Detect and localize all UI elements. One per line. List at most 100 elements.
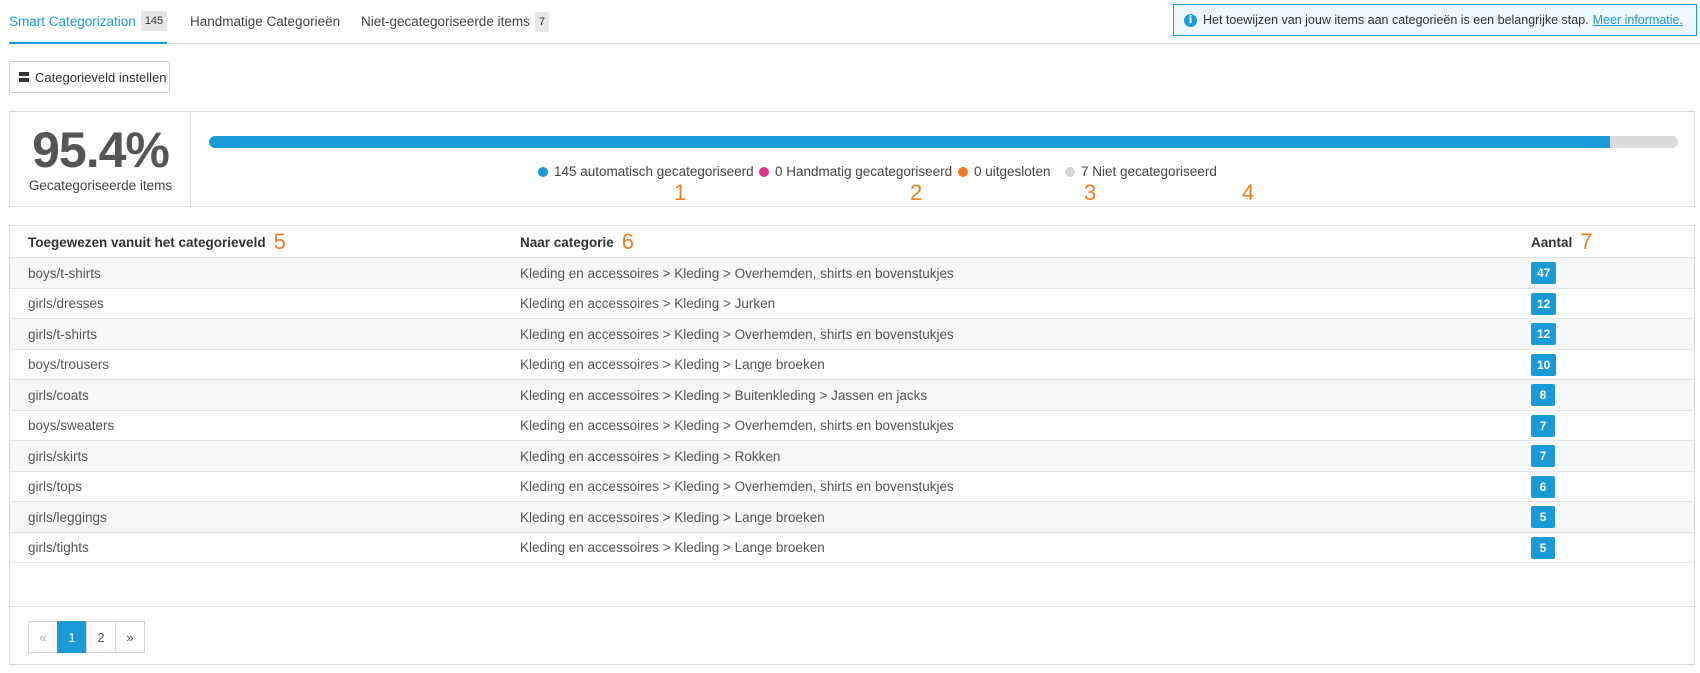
table-row: boys/sweaters Kleding en accessoires > Kl… — [10, 411, 1694, 441]
table-row: girls/leggings Kleding en accessoires > K… — [10, 502, 1694, 533]
legend-label: 7 Niet gecategoriseerd — [1081, 164, 1217, 179]
count-cell: 12 — [1531, 319, 1557, 349]
info-icon: i — [1184, 13, 1197, 27]
set-category-field-button[interactable]: Categorieveld instellen — [9, 61, 170, 93]
source-field-cell: girls/skirts — [28, 441, 88, 471]
field-list-icon — [19, 72, 29, 82]
more-info-link[interactable]: Meer informatie. — [1593, 13, 1683, 27]
count-badge: 5 — [1531, 536, 1555, 559]
target-category-cell: Kleding en accessoires > Kleding > Overh… — [520, 411, 954, 441]
legend-dot-pink — [759, 166, 769, 177]
count-badge: 5 — [1531, 506, 1555, 528]
count-badge: 6 — [1531, 475, 1555, 498]
legend-manual-categorized: 0 Handmatig gecategoriseerd — [759, 164, 952, 179]
target-category-cell: Kleding en accessoires > Kleding > Rokke… — [520, 441, 780, 471]
source-field-cell-text: boys/t-shirts — [28, 265, 101, 281]
pagination-page-1[interactable]: 1 — [57, 621, 87, 653]
target-category-cell: Kleding en accessoires > Kleding > Jurke… — [520, 289, 775, 319]
source-field-cell-text: boys/sweaters — [28, 418, 115, 433]
column-header-count: Aantal 7 — [1531, 226, 1593, 258]
pagination-prev-button[interactable]: « — [28, 621, 58, 653]
categorization-summary: 95.4% Gecategoriseerde items 145 automat… — [9, 111, 1695, 207]
tab-smart-categorization[interactable]: Smart Categorization 145 — [9, 0, 168, 44]
annotation-number: 3 — [1084, 180, 1097, 205]
target-category-cell: Kleding en accessoires > Kleding > Lange… — [520, 350, 825, 380]
tab-label: Niet-gecategoriseerde items — [361, 14, 530, 29]
legend-label: 0 uitgesloten — [974, 164, 1051, 179]
target-category-cell-text: Kleding en accessoires > Kleding > Lange… — [520, 357, 825, 372]
source-field-cell: girls/dresses — [28, 289, 104, 319]
target-category-cell-text: Kleding en accessoires > Kleding > Overh… — [520, 265, 954, 281]
legend-dot-orange — [958, 166, 968, 177]
count-badge: 7 — [1531, 414, 1555, 437]
count-badge: 12 — [1531, 323, 1557, 345]
table-row: girls/tights Kleding en accessoires > Kle… — [10, 533, 1694, 563]
legend-dot-blue — [538, 166, 548, 177]
target-category-cell-text: Kleding en accessoires > Kleding > Lange… — [520, 540, 825, 555]
target-category-cell-text: Kleding en accessoires > Kleding > Jurke… — [520, 296, 776, 311]
target-category-cell: Kleding en accessoires > Kleding > Overh… — [520, 258, 954, 288]
annotation-number: 7 — [1580, 229, 1593, 254]
table-row: boys/t-shirts Kleding en accessoires > Kl… — [10, 258, 1694, 289]
info-banner: i Het toewijzen van jouw items aan categ… — [1173, 4, 1697, 36]
table-row: girls/dresses Kleding en accessoires > Kl… — [10, 289, 1694, 319]
legend-auto-categorized: 145 automatisch gecategoriseerd — [538, 164, 754, 179]
legend-label: 145 automatisch gecategoriseerd — [554, 164, 754, 179]
column-header-label: Toegewezen vanuit het categorieveld — [28, 234, 266, 250]
source-field-cell: boys/t-shirts — [28, 258, 101, 288]
button-label: Categorieveld instellen — [35, 69, 167, 85]
pagination-page-2[interactable]: 2 — [86, 621, 116, 653]
pagination-next-button[interactable]: » — [115, 621, 145, 653]
info-text: Het toewijzen van jouw items aan categor… — [1203, 13, 1589, 27]
legend-dot-gray — [1065, 166, 1075, 177]
target-category-cell-text: Kleding en accessoires > Kleding > Overh… — [520, 479, 954, 494]
column-header-label: Aantal — [1531, 234, 1573, 250]
source-field-cell: boys/trousers — [28, 350, 109, 380]
tab-count-badge: 145 — [140, 11, 168, 31]
target-category-cell-text: Kleding en accessoires > Kleding > Lange… — [520, 509, 825, 525]
tab-manual-categories[interactable]: Handmatige Categorieën — [190, 0, 340, 43]
count-cell: 6 — [1531, 472, 1555, 502]
target-category-cell-text: Kleding en accessoires > Kleding > Buite… — [520, 387, 928, 403]
pagination: « 1 2 » — [28, 621, 145, 653]
annotation-number: 6 — [621, 229, 635, 254]
annotation-number: 1 — [674, 180, 687, 205]
count-cell: 8 — [1531, 380, 1555, 410]
table-row: girls/tops Kleding en accessoires > Kledi… — [10, 472, 1694, 502]
target-category-cell: Kleding en accessoires > Kleding > Overh… — [520, 319, 954, 349]
target-category-cell: Kleding en accessoires > Kleding > Lange… — [520, 502, 825, 532]
source-field-cell: girls/tights — [28, 533, 89, 563]
tab-label: Handmatige Categorieën — [190, 14, 341, 29]
target-category-cell-text: Kleding en accessoires > Kleding > Overh… — [520, 418, 954, 433]
categorized-percent: 95.4% — [32, 122, 170, 178]
count-cell: 47 — [1531, 258, 1557, 288]
percent-box: 95.4% Gecategoriseerde items — [10, 112, 191, 206]
count-badge: 8 — [1531, 384, 1555, 406]
table-row: girls/coats Kleding en accessoires > Kled… — [10, 380, 1694, 411]
target-category-cell: Kleding en accessoires > Kleding > Lange… — [520, 533, 825, 563]
table-header: Toegewezen vanuit het categorieveld 5 Na… — [10, 226, 1694, 258]
source-field-cell-text: girls/tights — [28, 540, 89, 555]
annotation-number: 2 — [910, 180, 923, 205]
count-badge: 10 — [1531, 353, 1557, 376]
table-row: girls/t-shirts Kleding en accessoires > K… — [10, 319, 1694, 350]
target-category-cell: Kleding en accessoires > Kleding > Buite… — [520, 380, 927, 410]
count-badge: 7 — [1531, 445, 1555, 467]
source-field-cell-text: boys/trousers — [28, 357, 110, 372]
target-category-cell-text: Kleding en accessoires > Kleding > Overh… — [520, 326, 954, 342]
target-category-cell: Kleding en accessoires > Kleding > Overh… — [520, 472, 954, 502]
tab-label: Smart Categorization — [9, 13, 136, 29]
tab-uncategorized-items[interactable]: Niet-gecategoriseerde items 7 — [361, 0, 549, 43]
count-cell: 5 — [1531, 502, 1555, 532]
categorization-progress-bar — [209, 136, 1678, 148]
category-mapping-table: Toegewezen vanuit het categorieveld 5 Na… — [9, 225, 1695, 665]
source-field-cell-text: girls/t-shirts — [28, 326, 98, 342]
table-row: boys/trousers Kleding en accessoires > Kl… — [10, 350, 1694, 380]
column-header-source-field: Toegewezen vanuit het categorieveld 5 — [28, 226, 286, 258]
source-field-cell-text: girls/leggings — [28, 509, 107, 525]
legend-excluded: 0 uitgesloten — [958, 164, 1051, 179]
legend-uncategorized: 7 Niet gecategoriseerd — [1065, 164, 1217, 179]
count-badge: 12 — [1531, 292, 1557, 315]
annotation-number: 5 — [273, 229, 286, 254]
source-field-cell: girls/leggings — [28, 502, 107, 532]
